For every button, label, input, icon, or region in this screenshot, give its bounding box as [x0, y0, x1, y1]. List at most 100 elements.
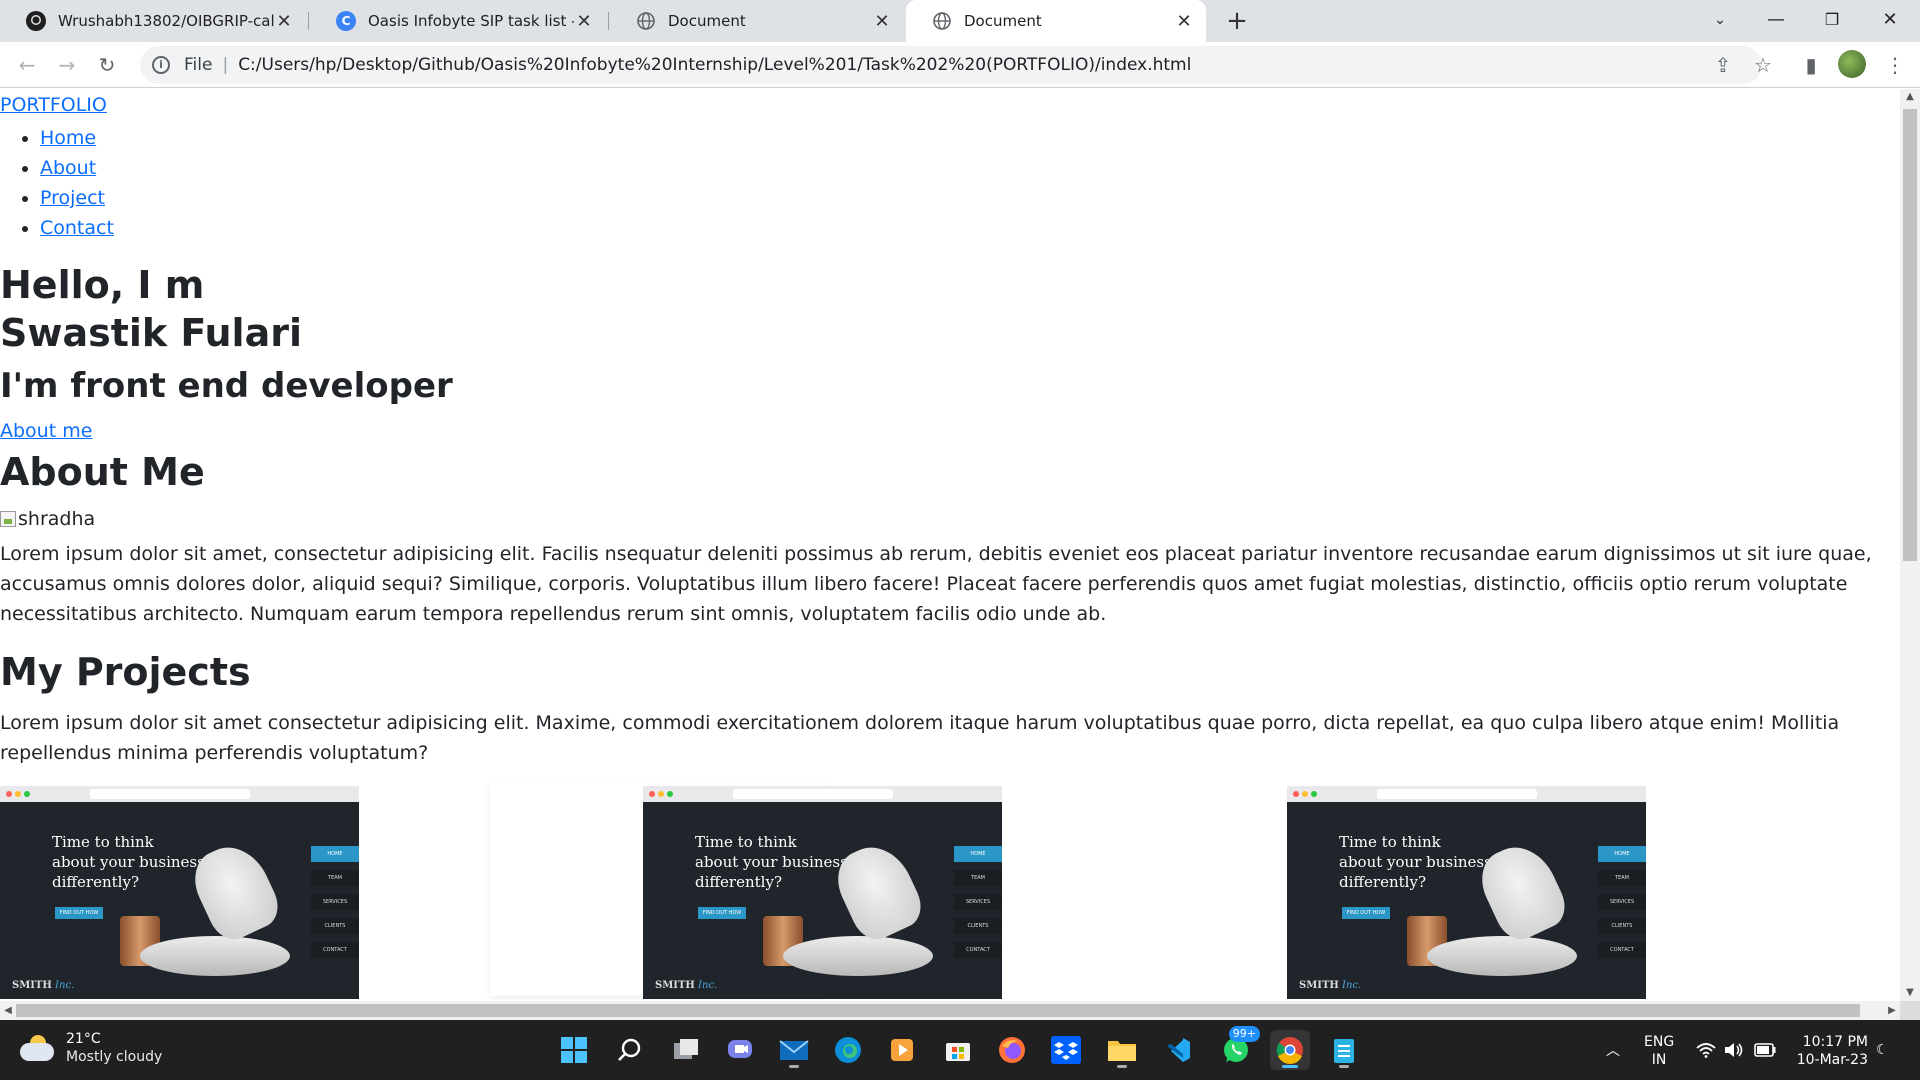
- tab-title: Document: [964, 12, 1042, 30]
- address-bar[interactable]: i File | C:/Users/hp/Desktop/Github/Oasi…: [140, 46, 1762, 84]
- scroll-down-icon[interactable]: ▼: [1900, 985, 1920, 1001]
- language-code: ENG: [1644, 1034, 1675, 1050]
- card-menu: HOME TEAM SERVICES CLIENTS CONTACT: [954, 846, 1002, 966]
- card-hero-text: Time to think about your business differ…: [1339, 832, 1492, 892]
- card-cta: FIND OUT HOW: [55, 907, 103, 919]
- marble-pedestal: [1427, 936, 1577, 976]
- url-text[interactable]: C:/Users/hp/Desktop/Github/Oasis%20Infob…: [238, 55, 1191, 75]
- minimize-icon[interactable]: —: [1748, 0, 1804, 42]
- profile-avatar[interactable]: [1838, 50, 1866, 78]
- weather-temp: 21°C: [66, 1031, 101, 1047]
- project-card[interactable]: Time to think about your business differ…: [0, 786, 359, 999]
- nav-link-project[interactable]: Project: [40, 187, 105, 209]
- whatsapp-icon[interactable]: 99+: [1216, 1026, 1260, 1070]
- scrollbar-corner: [1900, 1001, 1920, 1020]
- reload-icon[interactable]: ↻: [92, 50, 122, 80]
- mail-icon[interactable]: [774, 1030, 814, 1070]
- nav-item-contact: Contact: [40, 213, 114, 243]
- windows-start-icon[interactable]: [554, 1030, 594, 1070]
- close-icon[interactable]: ✕: [574, 11, 594, 32]
- scroll-up-icon[interactable]: ▲: [1900, 89, 1920, 105]
- card-menu-item: CONTACT: [311, 942, 359, 958]
- focus-moon-icon[interactable]: ☾: [1876, 1020, 1889, 1080]
- card-browser-bar: [1287, 786, 1646, 802]
- nav-link-home[interactable]: Home: [40, 127, 96, 149]
- scroll-right-icon[interactable]: ▶: [1884, 1001, 1900, 1020]
- firefox-icon[interactable]: [992, 1030, 1032, 1070]
- window-dot-icon: [1311, 791, 1317, 797]
- task-view-icon[interactable]: [666, 1030, 706, 1070]
- chrome-icon[interactable]: [1270, 1030, 1310, 1070]
- close-icon[interactable]: ✕: [274, 11, 294, 32]
- share-icon[interactable]: ⇪: [1708, 50, 1738, 80]
- card-menu-item: SERVICES: [1598, 894, 1646, 910]
- bookmark-star-icon[interactable]: ☆: [1748, 50, 1778, 80]
- card-menu: HOME TEAM SERVICES CLIENTS CONTACT: [1598, 846, 1646, 966]
- wifi-icon[interactable]: [1696, 1020, 1716, 1080]
- project-card[interactable]: Time to think about your business differ…: [1287, 786, 1646, 999]
- marble-pedestal: [140, 936, 290, 976]
- close-icon[interactable]: ✕: [872, 11, 892, 32]
- menu-dots-icon[interactable]: ⋮: [1880, 50, 1910, 80]
- ms-store-icon[interactable]: [938, 1030, 978, 1070]
- teams-chat-icon[interactable]: [720, 1030, 760, 1070]
- marble-pedestal: [783, 936, 933, 976]
- card-url-bar: [1377, 789, 1537, 799]
- horizontal-scroll-thumb[interactable]: [16, 1004, 1860, 1017]
- browser-toolbar: ← → ↻ i File | C:/Users/hp/Desktop/Githu…: [0, 42, 1920, 88]
- notepad-icon[interactable]: [1324, 1030, 1364, 1070]
- card-hero-line: about your business: [1339, 853, 1492, 871]
- window-dot-icon: [1302, 791, 1308, 797]
- nav-item-home: Home: [40, 123, 114, 153]
- globe-icon: [932, 11, 952, 31]
- weather-widget[interactable]: 21°C Mostly cloudy: [20, 1030, 162, 1066]
- globe-icon: [636, 11, 656, 31]
- system-clock[interactable]: 10:17 PM 10-Mar-23: [1788, 1033, 1868, 1069]
- about-me-link[interactable]: About me: [0, 420, 92, 442]
- project-card[interactable]: Time to think about your business differ…: [643, 786, 1002, 999]
- vertical-scrollbar[interactable]: ▲ ▼: [1900, 89, 1920, 1001]
- card-menu-item: TEAM: [954, 870, 1002, 886]
- battery-icon[interactable]: [1754, 1020, 1776, 1080]
- forward-icon[interactable]: →: [52, 50, 82, 80]
- vertical-scroll-thumb[interactable]: [1903, 109, 1917, 561]
- card-menu-item: TEAM: [311, 870, 359, 886]
- language-indicator[interactable]: ENG IN: [1644, 1033, 1674, 1069]
- running-indicator: [1117, 1065, 1127, 1068]
- nav-link-contact[interactable]: Contact: [40, 217, 114, 239]
- brand-link[interactable]: PORTFOLIO: [0, 94, 107, 116]
- info-icon[interactable]: i: [152, 56, 170, 74]
- hero-role: I'm front end developer: [0, 366, 453, 406]
- tab-document-1[interactable]: Document ✕: [610, 0, 904, 42]
- about-image: shradha: [0, 508, 95, 530]
- tab-canva[interactable]: C Oasis Infobyte SIP task list - Pres ✕: [310, 0, 606, 42]
- restore-icon[interactable]: ❐: [1804, 0, 1860, 42]
- card-menu-item: SERVICES: [954, 894, 1002, 910]
- back-icon[interactable]: ←: [12, 50, 42, 80]
- volume-icon[interactable]: [1724, 1020, 1744, 1080]
- vscode-icon[interactable]: [1158, 1030, 1198, 1070]
- tab-github[interactable]: Wrushabh13802/OIBGRIP-calcula ✕: [0, 0, 306, 42]
- about-paragraph: Lorem ipsum dolor sit amet, consectetur …: [0, 543, 1872, 625]
- media-player-icon[interactable]: [882, 1030, 922, 1070]
- close-window-icon[interactable]: ✕: [1862, 0, 1918, 42]
- new-tab-button[interactable]: +: [1222, 6, 1252, 36]
- card-menu-item: CONTACT: [1598, 942, 1646, 958]
- dropbox-icon[interactable]: [1046, 1030, 1086, 1070]
- file-explorer-icon[interactable]: [1102, 1030, 1142, 1070]
- nav-link-about[interactable]: About: [40, 157, 96, 179]
- running-indicator: [1282, 1065, 1298, 1068]
- tab-search-icon[interactable]: ⌄: [1692, 0, 1748, 42]
- horizontal-scrollbar[interactable]: ◀ ▶: [0, 1001, 1900, 1020]
- card-hero-line: differently?: [695, 873, 782, 891]
- tab-document-active[interactable]: Document ✕: [906, 0, 1206, 42]
- close-icon[interactable]: ✕: [1174, 11, 1194, 32]
- tray-overflow-icon[interactable]: ︿: [1606, 1020, 1620, 1080]
- clock-date: 10-Mar-23: [1796, 1052, 1868, 1068]
- scroll-left-icon[interactable]: ◀: [0, 1001, 16, 1020]
- search-icon[interactable]: [610, 1030, 650, 1070]
- clock-time: 10:17 PM: [1802, 1034, 1868, 1050]
- card-hero-text: Time to think about your business differ…: [52, 832, 205, 892]
- edge-icon[interactable]: [828, 1030, 868, 1070]
- side-panel-icon[interactable]: ▮: [1796, 50, 1826, 80]
